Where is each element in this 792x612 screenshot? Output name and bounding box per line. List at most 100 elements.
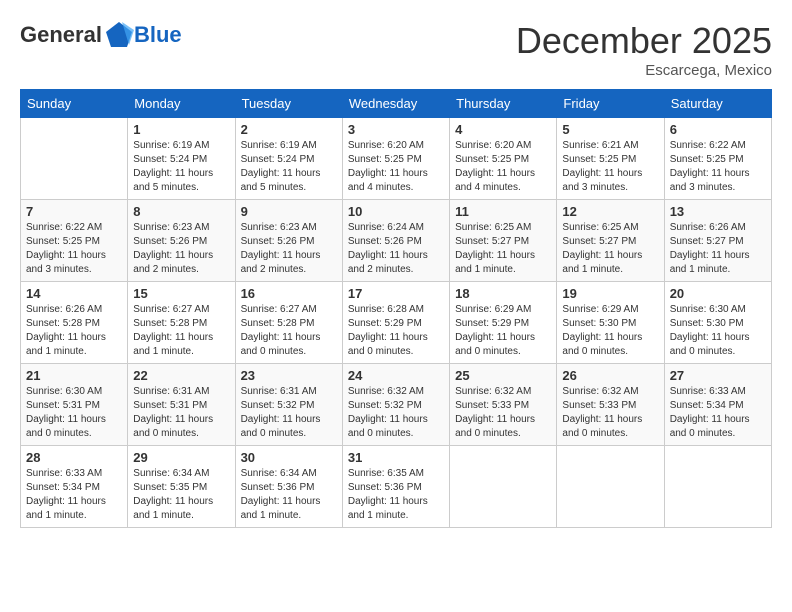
calendar-cell: 15Sunrise: 6:27 AM Sunset: 5:28 PM Dayli… (128, 282, 235, 364)
day-number: 31 (348, 450, 444, 465)
calendar-cell: 28 Sunrise: 6:33 AM Sunset: 5:34 PM Dayli… (21, 446, 128, 528)
day-number: 8 (133, 204, 229, 219)
day-number: 17 (348, 286, 444, 301)
day-detail: Sunrise: 6:30 AM Sunset: 5:31 PM Dayligh… (26, 385, 122, 441)
day-detail: Sunrise: 6:34 AM Sunset: 5:35 PM Dayligh… (133, 467, 229, 523)
day-number: 3 (348, 122, 444, 137)
calendar-cell: 24 Sunrise: 6:32 AM Sunset: 5:32 PM Dayli… (342, 364, 449, 446)
calendar-cell: 11 Sunrise: 6:25 AM Sunset: 5:27 PM Dayli… (450, 200, 557, 282)
week-row-2: 7 Sunrise: 6:22 AM Sunset: 5:25 PM Daylig… (21, 200, 772, 282)
weekday-header-monday: Monday (128, 90, 235, 118)
day-number: 9 (241, 204, 337, 219)
calendar-cell: 13Sunrise: 6:26 AM Sunset: 5:27 PM Dayli… (664, 200, 771, 282)
title-area: December 2025 Escarcega, Mexico (516, 20, 772, 79)
day-number: 1 (133, 122, 229, 137)
day-detail: Sunrise: 6:33 AM Sunset: 5:34 PM Dayligh… (670, 385, 766, 441)
day-detail: Sunrise: 6:32 AM Sunset: 5:32 PM Dayligh… (348, 385, 444, 441)
calendar-cell: 22 Sunrise: 6:31 AM Sunset: 5:31 PM Dayli… (128, 364, 235, 446)
day-detail: Sunrise: 6:19 AM Sunset: 5:24 PM Dayligh… (241, 139, 337, 195)
day-detail: Sunrise: 6:29 AM Sunset: 5:30 PM Dayligh… (562, 303, 658, 359)
calendar-cell: 21 Sunrise: 6:30 AM Sunset: 5:31 PM Dayli… (21, 364, 128, 446)
day-number: 23 (241, 368, 337, 383)
day-number: 2 (241, 122, 337, 137)
day-detail: Sunrise: 6:33 AM Sunset: 5:34 PM Dayligh… (26, 467, 122, 523)
week-row-1: 1 Sunrise: 6:19 AM Sunset: 5:24 PM Daylig… (21, 118, 772, 200)
page-header: General Blue December 2025 Escarcega, Me… (20, 20, 772, 79)
day-detail: Sunrise: 6:22 AM Sunset: 5:25 PM Dayligh… (670, 139, 766, 195)
calendar-cell: 14 Sunrise: 6:26 AM Sunset: 5:28 PM Dayli… (21, 282, 128, 364)
day-detail: Sunrise: 6:30 AM Sunset: 5:30 PM Dayligh… (670, 303, 766, 359)
calendar-cell (21, 118, 128, 200)
weekday-header-saturday: Saturday (664, 90, 771, 118)
calendar-cell: 6Sunrise: 6:22 AM Sunset: 5:25 PM Daylig… (664, 118, 771, 200)
calendar-cell: 16 Sunrise: 6:27 AM Sunset: 5:28 PM Dayli… (235, 282, 342, 364)
calendar-cell: 25 Sunrise: 6:32 AM Sunset: 5:33 PM Dayli… (450, 364, 557, 446)
day-number: 25 (455, 368, 551, 383)
calendar-cell: 5 Sunrise: 6:21 AM Sunset: 5:25 PM Daylig… (557, 118, 664, 200)
day-detail: Sunrise: 6:22 AM Sunset: 5:25 PM Dayligh… (26, 221, 122, 277)
calendar-cell: 29 Sunrise: 6:34 AM Sunset: 5:35 PM Dayli… (128, 446, 235, 528)
calendar-cell (664, 446, 771, 528)
calendar-cell: 20 Sunrise: 6:30 AM Sunset: 5:30 PM Dayli… (664, 282, 771, 364)
day-detail: Sunrise: 6:27 AM Sunset: 5:28 PM Dayligh… (241, 303, 337, 359)
calendar-cell: 30Sunrise: 6:34 AM Sunset: 5:36 PM Dayli… (235, 446, 342, 528)
day-detail: Sunrise: 6:23 AM Sunset: 5:26 PM Dayligh… (241, 221, 337, 277)
week-row-5: 28 Sunrise: 6:33 AM Sunset: 5:34 PM Dayli… (21, 446, 772, 528)
calendar-cell: 17Sunrise: 6:28 AM Sunset: 5:29 PM Dayli… (342, 282, 449, 364)
day-detail: Sunrise: 6:25 AM Sunset: 5:27 PM Dayligh… (562, 221, 658, 277)
calendar-cell: 18Sunrise: 6:29 AM Sunset: 5:29 PM Dayli… (450, 282, 557, 364)
calendar-cell: 26Sunrise: 6:32 AM Sunset: 5:33 PM Dayli… (557, 364, 664, 446)
calendar-cell: 9 Sunrise: 6:23 AM Sunset: 5:26 PM Daylig… (235, 200, 342, 282)
day-number: 18 (455, 286, 551, 301)
day-detail: Sunrise: 6:19 AM Sunset: 5:24 PM Dayligh… (133, 139, 229, 195)
day-detail: Sunrise: 6:20 AM Sunset: 5:25 PM Dayligh… (348, 139, 444, 195)
calendar-cell: 8 Sunrise: 6:23 AM Sunset: 5:26 PM Daylig… (128, 200, 235, 282)
day-number: 24 (348, 368, 444, 383)
weekday-header-friday: Friday (557, 90, 664, 118)
day-detail: Sunrise: 6:21 AM Sunset: 5:25 PM Dayligh… (562, 139, 658, 195)
day-detail: Sunrise: 6:32 AM Sunset: 5:33 PM Dayligh… (562, 385, 658, 441)
day-number: 16 (241, 286, 337, 301)
day-number: 29 (133, 450, 229, 465)
day-detail: Sunrise: 6:31 AM Sunset: 5:31 PM Dayligh… (133, 385, 229, 441)
calendar-cell: 1 Sunrise: 6:19 AM Sunset: 5:24 PM Daylig… (128, 118, 235, 200)
day-number: 11 (455, 204, 551, 219)
weekday-header-thursday: Thursday (450, 90, 557, 118)
day-number: 21 (26, 368, 122, 383)
day-number: 4 (455, 122, 551, 137)
day-detail: Sunrise: 6:32 AM Sunset: 5:33 PM Dayligh… (455, 385, 551, 441)
calendar-cell (557, 446, 664, 528)
logo-general: General (20, 22, 102, 48)
weekday-header-tuesday: Tuesday (235, 90, 342, 118)
month-title: December 2025 (516, 20, 772, 62)
calendar-cell: 2 Sunrise: 6:19 AM Sunset: 5:24 PM Daylig… (235, 118, 342, 200)
day-number: 22 (133, 368, 229, 383)
day-number: 7 (26, 204, 122, 219)
calendar-cell: 31 Sunrise: 6:35 AM Sunset: 5:36 PM Dayli… (342, 446, 449, 528)
day-number: 5 (562, 122, 658, 137)
week-row-3: 14 Sunrise: 6:26 AM Sunset: 5:28 PM Dayli… (21, 282, 772, 364)
logo-blue: Blue (134, 22, 182, 48)
day-detail: Sunrise: 6:26 AM Sunset: 5:28 PM Dayligh… (26, 303, 122, 359)
calendar-cell: 10 Sunrise: 6:24 AM Sunset: 5:26 PM Dayli… (342, 200, 449, 282)
calendar-cell: 3 Sunrise: 6:20 AM Sunset: 5:25 PM Daylig… (342, 118, 449, 200)
day-detail: Sunrise: 6:27 AM Sunset: 5:28 PM Dayligh… (133, 303, 229, 359)
day-number: 14 (26, 286, 122, 301)
calendar-cell: 27 Sunrise: 6:33 AM Sunset: 5:34 PM Dayli… (664, 364, 771, 446)
day-detail: Sunrise: 6:24 AM Sunset: 5:26 PM Dayligh… (348, 221, 444, 277)
weekday-header-sunday: Sunday (21, 90, 128, 118)
day-detail: Sunrise: 6:35 AM Sunset: 5:36 PM Dayligh… (348, 467, 444, 523)
day-number: 28 (26, 450, 122, 465)
day-number: 27 (670, 368, 766, 383)
day-detail: Sunrise: 6:25 AM Sunset: 5:27 PM Dayligh… (455, 221, 551, 277)
day-detail: Sunrise: 6:23 AM Sunset: 5:26 PM Dayligh… (133, 221, 229, 277)
logo-icon (104, 20, 134, 50)
day-number: 10 (348, 204, 444, 219)
calendar-cell: 12 Sunrise: 6:25 AM Sunset: 5:27 PM Dayli… (557, 200, 664, 282)
day-number: 12 (562, 204, 658, 219)
day-number: 20 (670, 286, 766, 301)
calendar-cell: 23Sunrise: 6:31 AM Sunset: 5:32 PM Dayli… (235, 364, 342, 446)
logo: General Blue (20, 20, 182, 50)
day-number: 19 (562, 286, 658, 301)
day-detail: Sunrise: 6:34 AM Sunset: 5:36 PM Dayligh… (241, 467, 337, 523)
